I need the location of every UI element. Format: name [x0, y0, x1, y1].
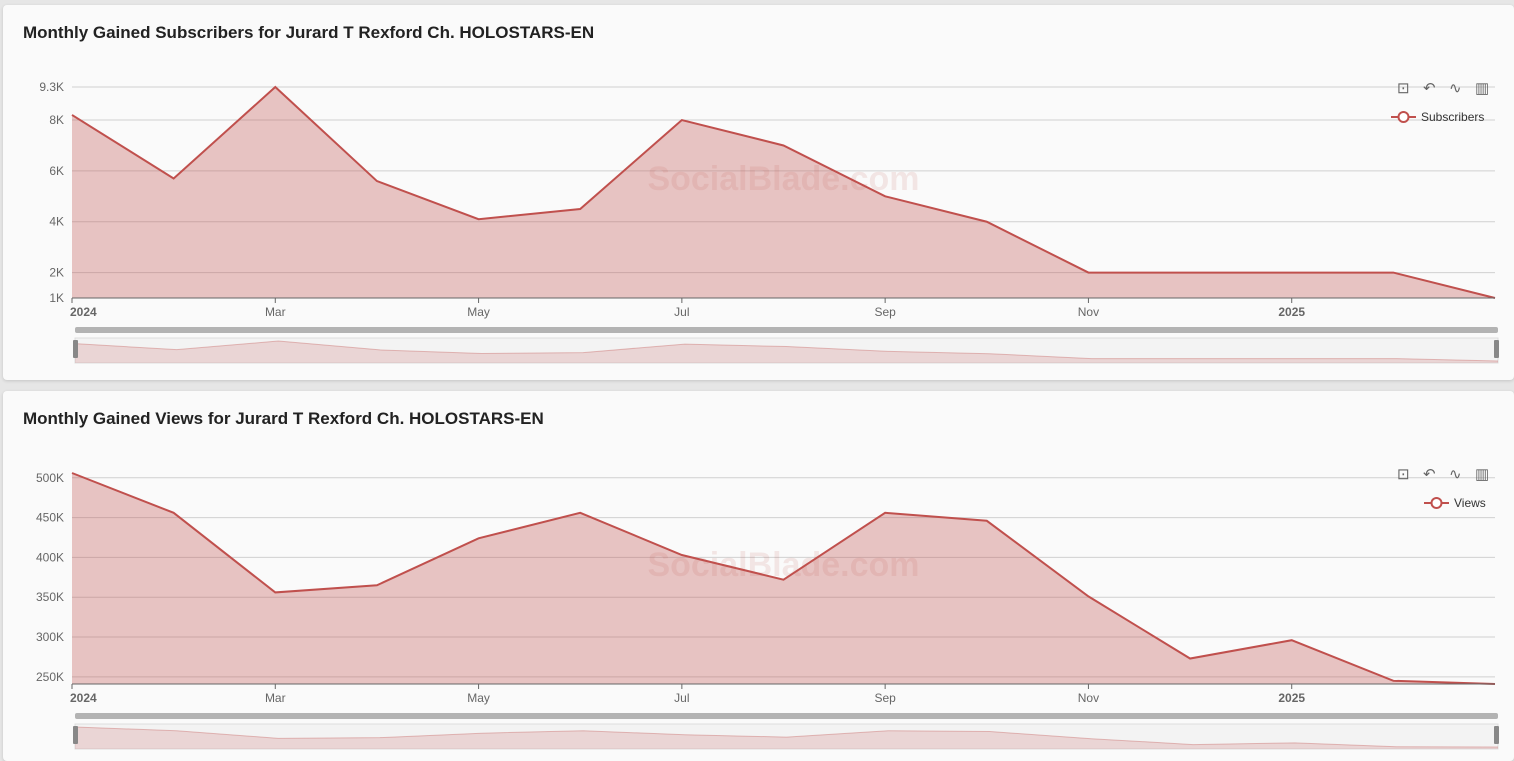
data-point[interactable]	[882, 510, 888, 516]
y-tick-label: 8K	[49, 113, 64, 127]
datazoom-handle-left[interactable]	[73, 340, 78, 358]
data-point[interactable]	[679, 552, 685, 558]
y-tick-label: 450K	[36, 511, 64, 525]
data-point[interactable]	[679, 117, 685, 123]
legend-marker-icon[interactable]	[1430, 497, 1443, 509]
data-point[interactable]	[171, 176, 177, 182]
data-point[interactable]	[1085, 270, 1091, 276]
data-point[interactable]	[374, 178, 380, 184]
x-tick-label: Nov	[1078, 691, 1099, 705]
data-point[interactable]	[1289, 270, 1295, 276]
data-point[interactable]	[1289, 637, 1295, 643]
data-point[interactable]	[781, 577, 787, 583]
data-point[interactable]	[1187, 270, 1193, 276]
y-tick-label: 250K	[36, 670, 64, 684]
datazoom-bar[interactable]	[75, 713, 1498, 719]
subscribers-chart: 1K2K4K6K8K9.3KSocialBlade.com2024MarMayJ…	[39, 80, 1499, 364]
zoom-reset-icon[interactable]: ↶	[1423, 80, 1436, 97]
legend-label[interactable]: Subscribers	[1421, 110, 1484, 124]
x-tick-label: Jul	[674, 691, 689, 705]
bar-chart-icon[interactable]: ▥	[1475, 80, 1489, 97]
datazoom-bar[interactable]	[75, 327, 1498, 333]
y-tick-label: 300K	[36, 630, 64, 644]
data-point[interactable]	[69, 470, 75, 476]
data-point[interactable]	[171, 510, 177, 516]
area-fill	[72, 87, 1495, 298]
data-point[interactable]	[1390, 678, 1396, 684]
data-point[interactable]	[374, 582, 380, 588]
data-point[interactable]	[476, 535, 482, 541]
x-tick-label: 2024	[70, 691, 97, 705]
data-point[interactable]	[984, 219, 990, 225]
x-tick-label: 2024	[70, 305, 97, 319]
line-chart-icon[interactable]: ∿	[1449, 80, 1462, 97]
data-point[interactable]	[882, 193, 888, 199]
data-point[interactable]	[1390, 270, 1396, 276]
x-tick-label: Nov	[1078, 305, 1099, 319]
data-point[interactable]	[476, 216, 482, 222]
y-tick-label: 400K	[36, 550, 64, 564]
datazoom-handle-left[interactable]	[73, 726, 78, 744]
zoom-icon[interactable]: ⊡	[1397, 80, 1410, 97]
y-tick-label: 350K	[36, 590, 64, 604]
data-point[interactable]	[577, 206, 583, 212]
x-tick-label: May	[467, 691, 490, 705]
datazoom-handle-right[interactable]	[1494, 726, 1499, 744]
datazoom-handle-right[interactable]	[1494, 340, 1499, 358]
x-tick-label: Jul	[674, 305, 689, 319]
data-point[interactable]	[272, 589, 278, 595]
y-tick-label: 500K	[36, 471, 64, 485]
line-chart-icon[interactable]: ∿	[1449, 466, 1462, 483]
views-chart: 250K300K350K400K450K500KSocialBlade.com2…	[36, 466, 1499, 750]
data-point[interactable]	[272, 84, 278, 90]
data-point[interactable]	[577, 510, 583, 516]
x-tick-label: 2025	[1278, 691, 1305, 705]
data-point[interactable]	[984, 518, 990, 524]
x-tick-label: Sep	[874, 691, 896, 705]
bar-chart-icon[interactable]: ▥	[1475, 466, 1489, 483]
x-tick-label: Mar	[265, 305, 286, 319]
x-tick-label: 2025	[1278, 305, 1305, 319]
zoom-reset-icon[interactable]: ↶	[1423, 466, 1436, 483]
views-card: Monthly Gained Views for Jurard T Rexfor…	[3, 391, 1514, 761]
data-point[interactable]	[1085, 593, 1091, 599]
y-tick-label: 6K	[49, 164, 64, 178]
x-tick-label: Mar	[265, 691, 286, 705]
legend-marker-icon[interactable]	[1397, 111, 1410, 123]
subscribers-card: Monthly Gained Subscribers for Jurard T …	[3, 5, 1514, 380]
y-tick-label: 1K	[49, 291, 64, 305]
zoom-icon[interactable]: ⊡	[1397, 466, 1410, 483]
x-tick-label: Sep	[874, 305, 896, 319]
y-tick-label: 9.3K	[39, 80, 64, 94]
y-tick-label: 4K	[49, 215, 64, 229]
data-point[interactable]	[1187, 656, 1193, 662]
legend-label[interactable]: Views	[1454, 496, 1486, 510]
y-tick-label: 2K	[49, 266, 64, 280]
data-point[interactable]	[69, 112, 75, 118]
x-tick-label: May	[467, 305, 490, 319]
data-point[interactable]	[781, 142, 787, 148]
